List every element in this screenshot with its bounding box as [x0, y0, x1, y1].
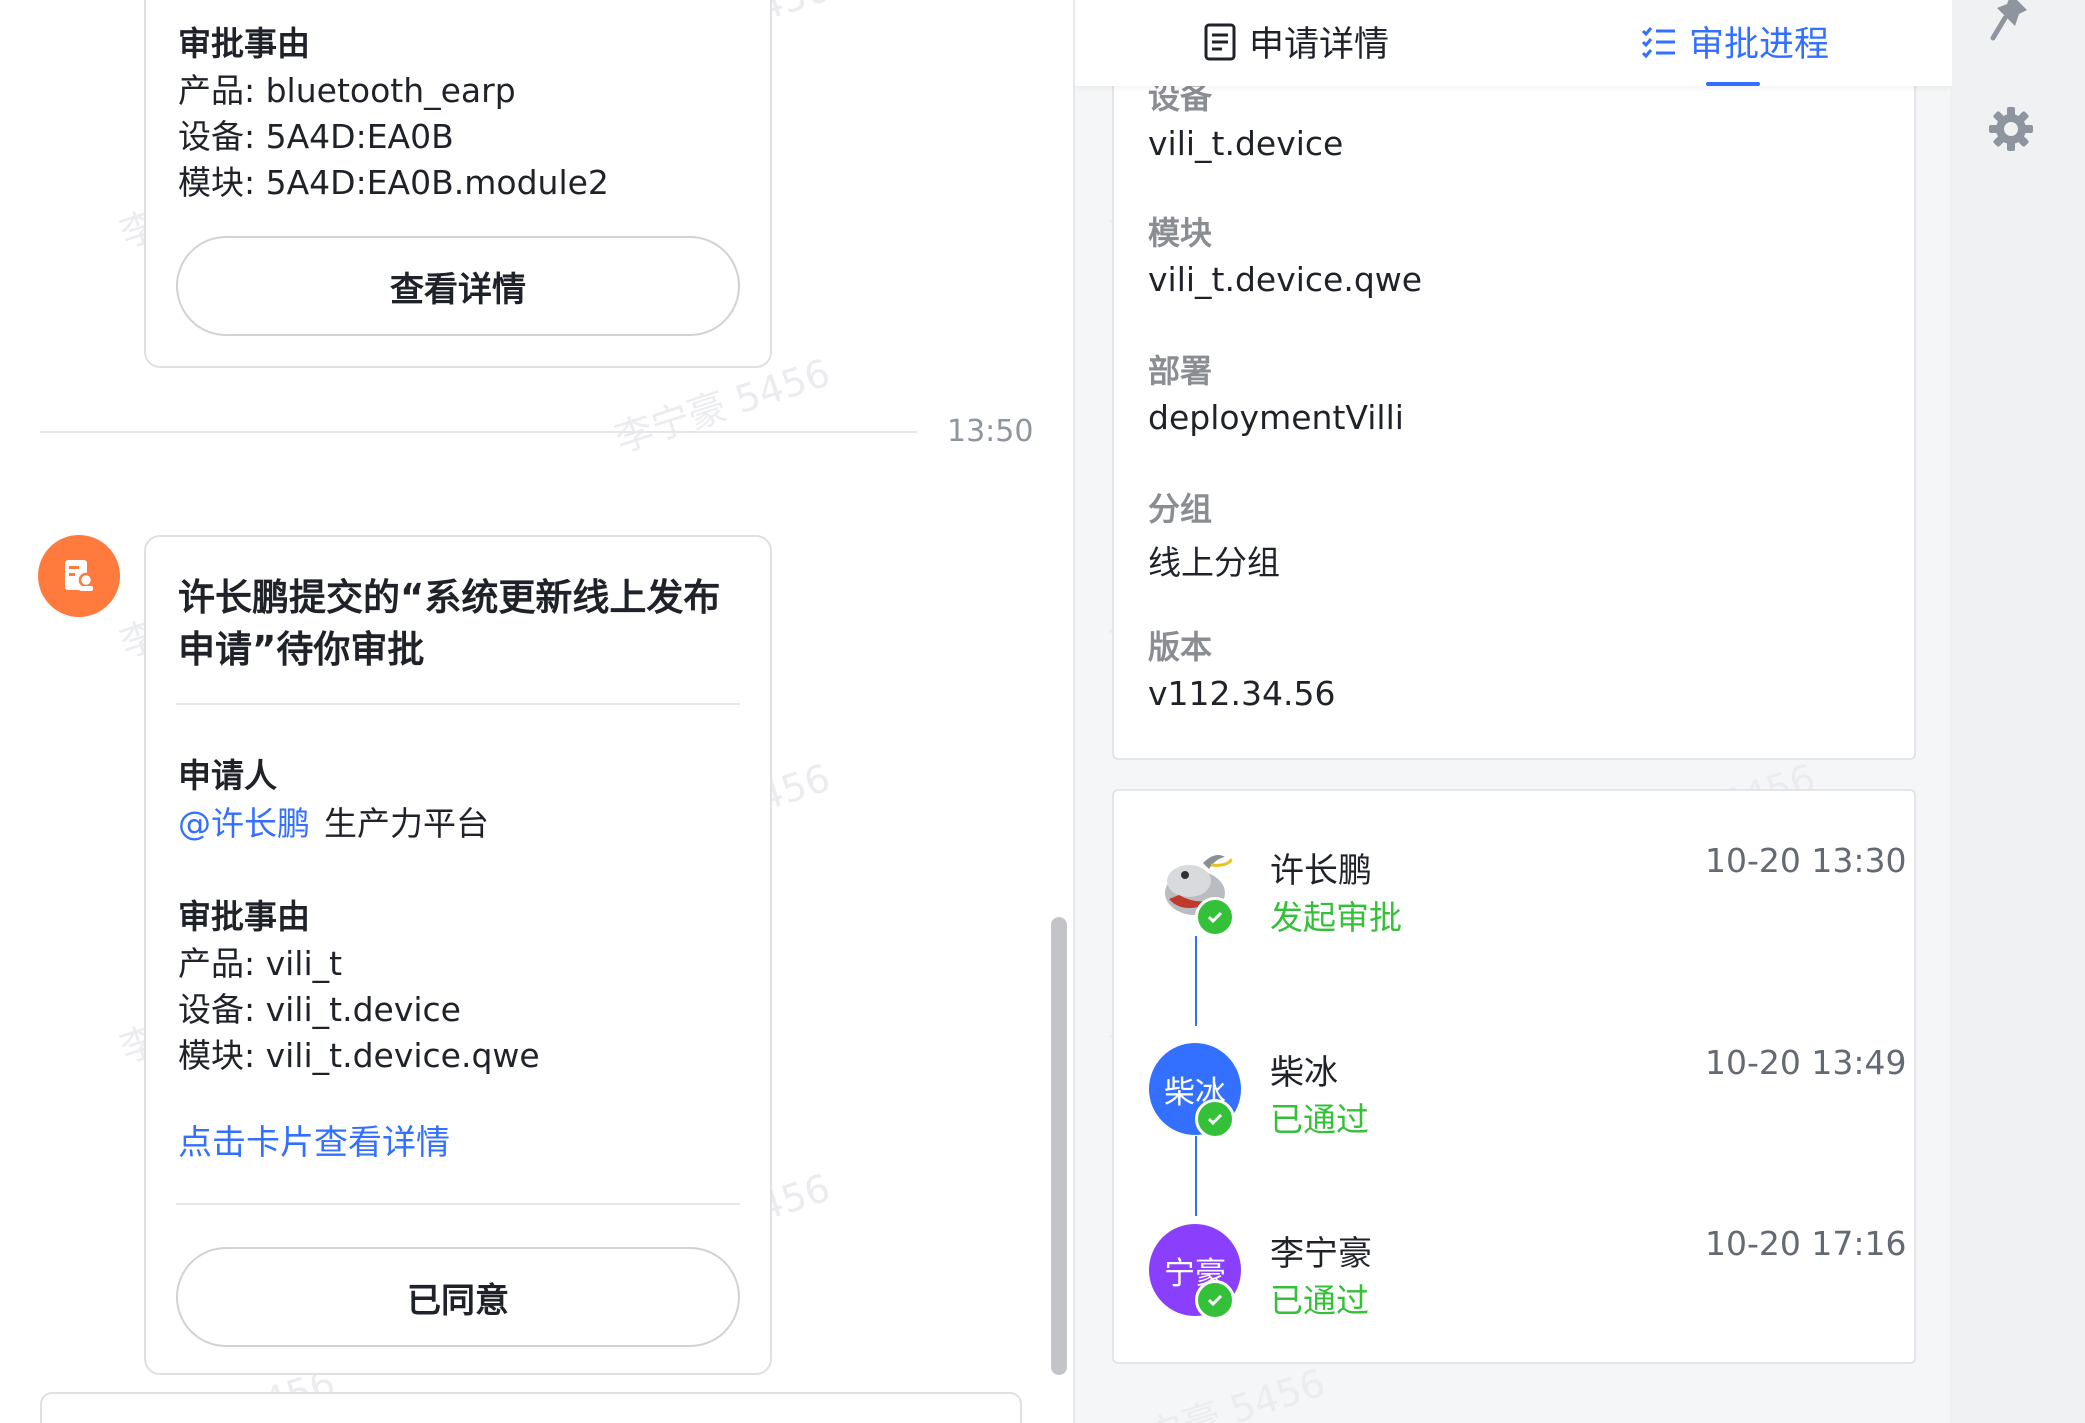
module-line: 模块: vili_t.device.qwe: [178, 1036, 540, 1075]
list-icon: [1641, 26, 1675, 58]
approver-name: 许长鹏: [1270, 851, 1372, 891]
tab-label: 申请详情: [1249, 25, 1390, 65]
product-line: 产品: vili_t: [178, 944, 343, 983]
request-details-box: 设备 vili_t.device 模块 vili_t.device.qwe 部署…: [1112, 30, 1916, 760]
card-divider: [176, 703, 740, 705]
approval-time: 10-20 17:16: [1705, 1224, 1907, 1263]
applicant-team: 生产力平台: [324, 804, 489, 843]
field-value-group: 线上分组: [1148, 543, 1280, 582]
timeline-connector: [1195, 1136, 1197, 1216]
field-value-device: vili_t.device: [1148, 124, 1344, 163]
pin-icon: [1990, 0, 2027, 41]
agreed-button[interactable]: 已同意: [176, 1247, 740, 1347]
field-label-deployment: 部署: [1148, 352, 1213, 390]
side-tool-rail: [1950, 0, 2085, 1423]
chat-area: 李宁豪 5456 李宁豪 5456 李宁豪 5456 李宁豪 5456 李宁豪 …: [0, 0, 1073, 1423]
approver-name: 柴冰: [1270, 1053, 1338, 1093]
approval-bot-avatar[interactable]: [38, 535, 120, 617]
timeline-connector: [1195, 936, 1197, 1026]
approval-detail-panel: 李宁豪 5456 李宁豪 5456 李宁豪 5456 李宁豪 5456 李宁豪 …: [1073, 0, 1952, 1423]
card-divider: [176, 1203, 740, 1205]
document-icon: [1204, 23, 1236, 60]
field-label-version: 版本: [1148, 628, 1213, 666]
approver-name: 李宁豪: [1270, 1234, 1372, 1274]
settings-button[interactable]: [1986, 104, 2036, 154]
view-card-details-link[interactable]: 点击卡片查看详情: [178, 1115, 450, 1164]
field-value-module: vili_t.device.qwe: [1148, 260, 1423, 299]
applicant-row: @许长鹏 生产力平台: [178, 797, 489, 845]
approval-status: 已通过: [1270, 1281, 1369, 1320]
device-line: 设备: vili_t.device: [178, 990, 461, 1029]
time-divider-label: 13:50: [947, 414, 1034, 449]
approval-time: 10-20 13:49: [1705, 1043, 1907, 1082]
product-line: 产品: bluetooth_earp: [178, 71, 516, 110]
pin-button[interactable]: [1986, 0, 2036, 44]
module-line: 模块: 5A4D:EA0B.module2: [178, 163, 609, 202]
tab-label: 审批进程: [1689, 25, 1830, 65]
approval-timeline-box: 许长鹏 发起审批 10-20 13:30 柴冰 柴冰 已通过 10-20 13:…: [1112, 789, 1916, 1364]
next-message-card[interactable]: [40, 1392, 1022, 1423]
tab-request-details[interactable]: 申请详情: [1203, 16, 1389, 67]
approval-time: 10-20 13:30: [1705, 841, 1907, 880]
view-details-button[interactable]: 查看详情: [176, 236, 740, 336]
panel-tab-bar: 申请详情 审批进程: [1075, 0, 1952, 86]
active-tab-indicator: [1706, 82, 1760, 86]
approved-check-icon: [1195, 897, 1235, 937]
chat-scrollbar[interactable]: [1051, 917, 1067, 1375]
field-value-version: v112.34.56: [1148, 674, 1336, 713]
approval-card-title: 许长鹏提交的“系统更新线上发布申请”待你审批: [178, 576, 721, 671]
approved-check-icon: [1195, 1099, 1235, 1139]
applicant-mention-link[interactable]: @许长鹏: [178, 797, 310, 845]
applicant-label: 申请人: [178, 756, 277, 795]
reason-label: 审批事由: [178, 24, 310, 63]
gear-icon: [1989, 107, 2033, 151]
field-value-deployment: deploymentVilli: [1148, 398, 1404, 437]
previous-approval-card[interactable]: 审批事由 产品: bluetooth_earp 设备: 5A4D:EA0B 模块…: [144, 0, 772, 368]
field-label-module: 模块: [1148, 214, 1213, 252]
approval-status: 发起审批: [1270, 898, 1402, 937]
device-line: 设备: 5A4D:EA0B: [178, 117, 454, 156]
approval-status: 已通过: [1270, 1100, 1369, 1139]
time-divider-line: [40, 431, 917, 433]
approval-doc-icon: [65, 560, 94, 591]
tab-approval-process[interactable]: 审批进程: [1641, 16, 1829, 67]
approval-card[interactable]: 许长鹏提交的“系统更新线上发布申请”待你审批 申请人 @许长鹏 生产力平台 审批…: [144, 535, 772, 1375]
reason-label: 审批事由: [178, 897, 310, 936]
field-label-group: 分组: [1148, 490, 1213, 528]
approved-check-icon: [1195, 1280, 1235, 1320]
